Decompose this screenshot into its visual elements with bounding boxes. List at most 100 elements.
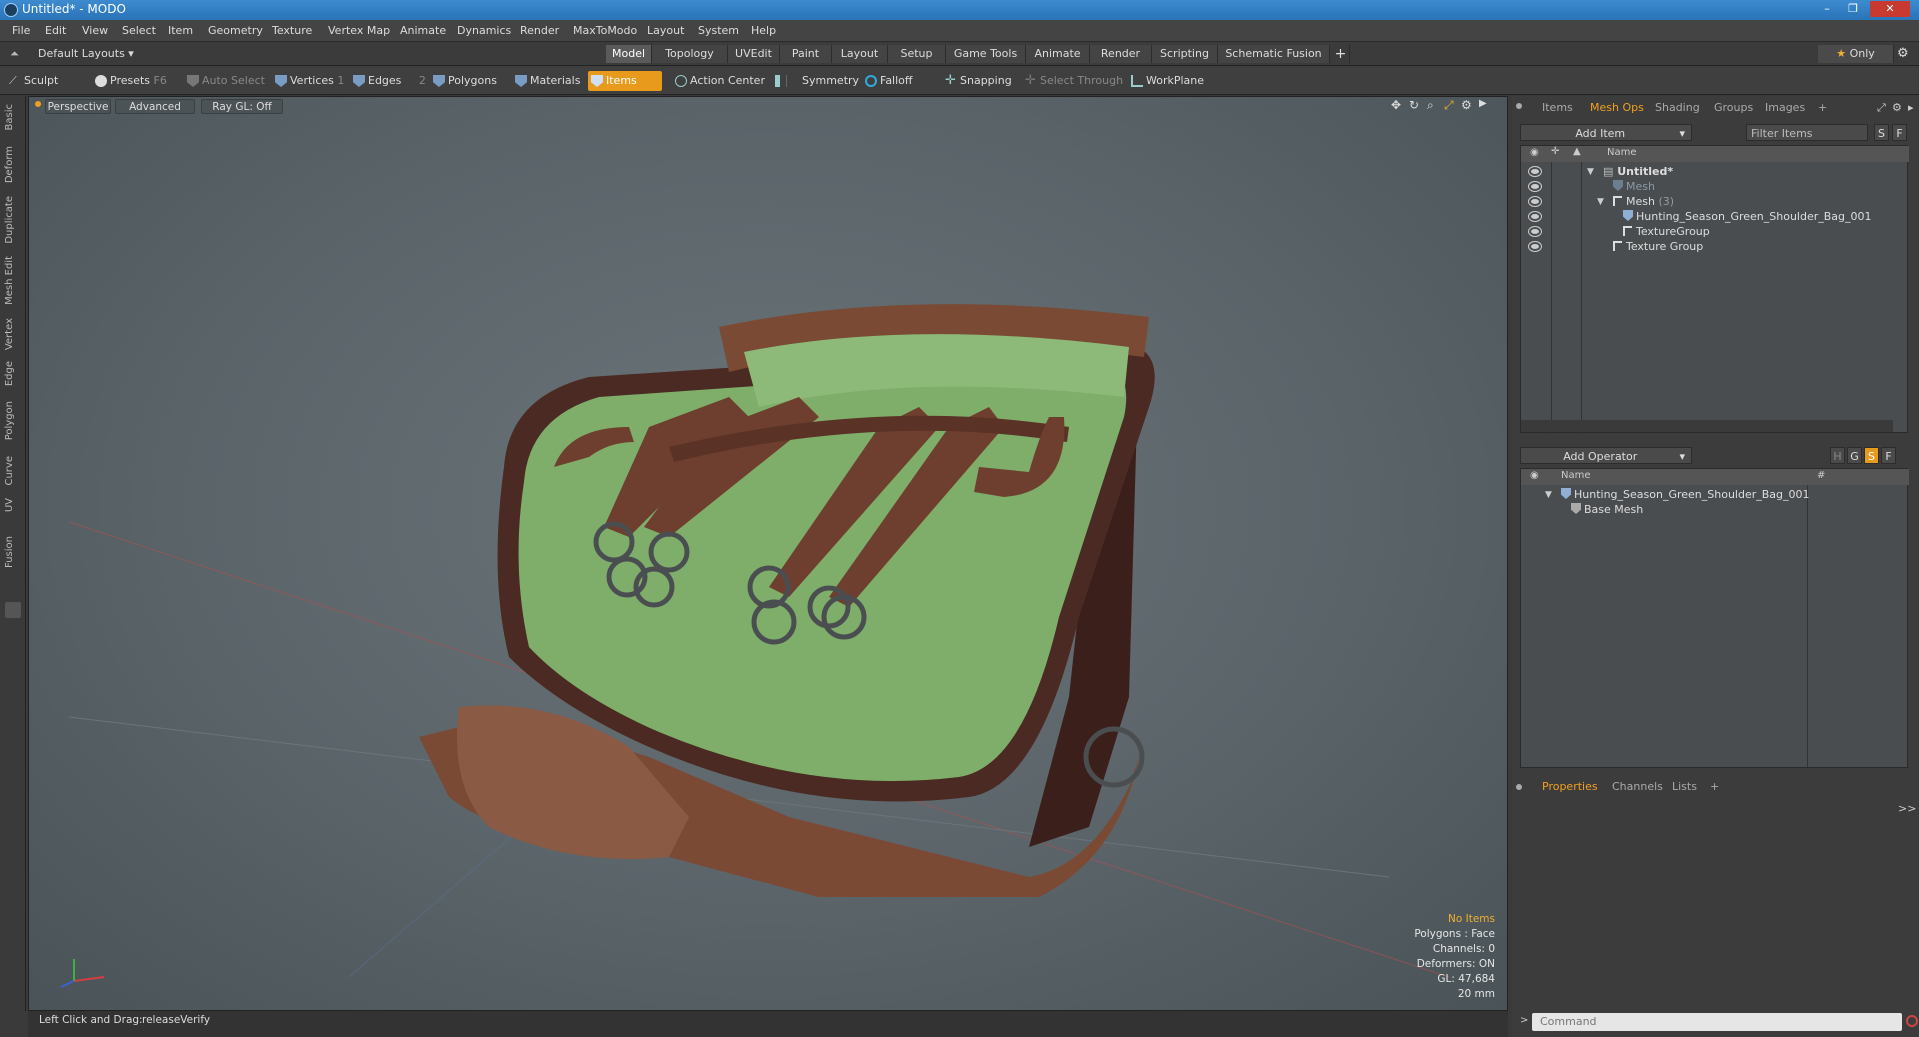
g-button[interactable]: G [1847,447,1862,464]
edges-button[interactable]: Edges 2 [350,71,426,91]
tab-basic[interactable]: Basic [4,104,22,130]
tab-fusion[interactable]: Fusion [4,536,22,568]
fit-icon[interactable]: ⤢ [1444,98,1454,113]
viewport-expand-icon[interactable]: ▶ [1479,98,1487,109]
add-panel-tab[interactable]: + [1818,101,1827,114]
menu-item[interactable]: Item [168,24,193,37]
tab-lists[interactable]: Lists [1672,780,1697,793]
filter-items-input[interactable]: Filter Items [1746,124,1868,141]
tab-mesh-edit[interactable]: Mesh Edit [4,256,22,305]
menu-maxtomodo[interactable]: MaxToModo [573,24,637,37]
menu-geometry[interactable]: Geometry [208,24,263,37]
expand-props-button[interactable]: >> [1898,802,1916,815]
add-operator-button[interactable]: Add Operator ▾ [1520,447,1692,464]
panel-arrow-icon[interactable]: ▸ [1908,101,1914,114]
add-tab-button[interactable]: + [1332,45,1350,63]
name-column-header[interactable]: Name [1561,470,1591,481]
tab-uvedit[interactable]: UVEdit [728,45,780,63]
f-button[interactable]: F [1881,447,1896,464]
polygons-button[interactable]: Polygons [430,71,502,91]
gear-icon[interactable]: ⚙ [1897,46,1909,61]
name-column-header[interactable]: Name [1607,147,1637,158]
viewport-menu-icon[interactable] [35,101,41,107]
symmetry-button[interactable]: Symmetry [772,71,859,91]
menu-vertex-map[interactable]: Vertex Map [328,24,390,37]
tab-render[interactable]: Render [1090,45,1152,63]
only-toggle[interactable]: ★ Only [1818,45,1894,63]
viewport-gear-icon[interactable]: ⚙ [1461,98,1472,112]
pan-icon[interactable]: ✥ [1391,98,1401,112]
panel-menu-icon[interactable] [1516,103,1522,109]
sculpt-button[interactable]: ⟋ Sculpt [6,71,86,91]
snapping-button[interactable]: ✛ Snapping [942,71,1012,91]
menu-render[interactable]: Render [520,24,559,37]
tab-uv[interactable]: UV [4,498,22,512]
rotate-icon[interactable]: ↻ [1409,98,1419,112]
menu-animate[interactable]: Animate [400,24,446,37]
tab-scripting[interactable]: Scripting [1152,45,1218,63]
tab-mesh-ops[interactable]: Mesh Ops [1590,101,1644,114]
default-layouts-dropdown[interactable]: Default Layouts ▾ [38,47,134,60]
tab-duplicate[interactable]: Duplicate [4,196,22,244]
tab-schematic-fusion[interactable]: Schematic Fusion [1218,45,1330,63]
tab-properties[interactable]: Properties [1542,780,1598,793]
panel-expand-icon[interactable]: ⤢ [1877,101,1886,115]
shading-advanced-dropdown[interactable]: Advanced [115,99,195,114]
tab-curve[interactable]: Curve [4,456,22,486]
menu-edit[interactable]: Edit [45,24,66,37]
layout-handle-icon[interactable]: ⏶ [10,47,19,61]
tab-images[interactable]: Images [1765,101,1805,114]
raygl-toggle[interactable]: Ray GL: Off [201,99,283,114]
select-through-button[interactable]: ✛ Select Through [1022,71,1123,91]
tab-setup[interactable]: Setup [888,45,946,63]
tab-deform[interactable]: Deform [4,146,22,183]
menu-layout[interactable]: Layout [647,24,684,37]
3d-viewport[interactable]: Perspective Advanced Ray GL: Off ✥ ↻ ⌕ ⤢… [28,96,1508,1011]
view-perspective-dropdown[interactable]: Perspective [45,99,111,114]
workplane-button[interactable]: WorkPlane [1128,71,1206,91]
presets-button[interactable]: Presets F6 [92,71,170,91]
tab-layout[interactable]: Layout [832,45,888,63]
tab-polygon[interactable]: Polygon [4,401,22,440]
tab-paint[interactable]: Paint [780,45,832,63]
materials-button[interactable]: Materials [512,71,582,91]
menu-texture[interactable]: Texture [272,24,312,37]
menu-dynamics[interactable]: Dynamics [457,24,511,37]
tab-shading[interactable]: Shading [1655,101,1700,114]
filter-s-button[interactable]: S [1874,124,1889,141]
maximize-button[interactable]: ❐ [1842,1,1864,17]
menu-help[interactable]: Help [751,24,776,37]
tab-channels[interactable]: Channels [1612,780,1663,793]
list-item[interactable]: Texture Group [1521,238,1909,256]
vertices-button[interactable]: Vertices 1 [272,71,344,91]
tab-edge[interactable]: Edge [4,361,22,386]
action-center-button[interactable]: Action Center [672,71,765,91]
horizontal-scrollbar[interactable] [1521,420,1893,432]
auto-select-button[interactable]: Auto Select [184,71,270,91]
tab-game-tools[interactable]: Game Tools [946,45,1026,63]
panel-gear-icon[interactable]: ⚙ [1892,101,1902,114]
close-button[interactable]: ✕ [1870,1,1910,17]
list-item[interactable]: Base Mesh [1521,501,1909,519]
filter-f-button[interactable]: F [1892,124,1907,141]
s-button[interactable]: S [1864,447,1879,464]
command-input[interactable]: Command [1532,1013,1902,1031]
menu-select[interactable]: Select [122,24,156,37]
items-button[interactable]: Items [588,71,662,91]
menu-system[interactable]: System [698,24,739,37]
tab-vertex[interactable]: Vertex [4,318,22,350]
zoom-icon[interactable]: ⌕ [1427,98,1434,113]
tab-groups[interactable]: Groups [1714,101,1753,114]
tab-topology[interactable]: Topology [652,45,728,63]
tab-animate[interactable]: Animate [1026,45,1090,63]
tab-items[interactable]: Items [1542,101,1573,114]
menu-file[interactable]: File [12,24,30,37]
panel-toggle-button[interactable] [5,602,21,618]
h-button[interactable]: H [1830,447,1845,464]
record-icon[interactable] [1906,1015,1918,1027]
add-item-button[interactable]: Add Item ▾ [1520,124,1692,141]
props-menu-icon[interactable] [1516,784,1522,790]
tab-model[interactable]: Model [606,45,652,63]
menu-view[interactable]: View [82,24,108,37]
add-props-tab[interactable]: + [1710,780,1719,793]
